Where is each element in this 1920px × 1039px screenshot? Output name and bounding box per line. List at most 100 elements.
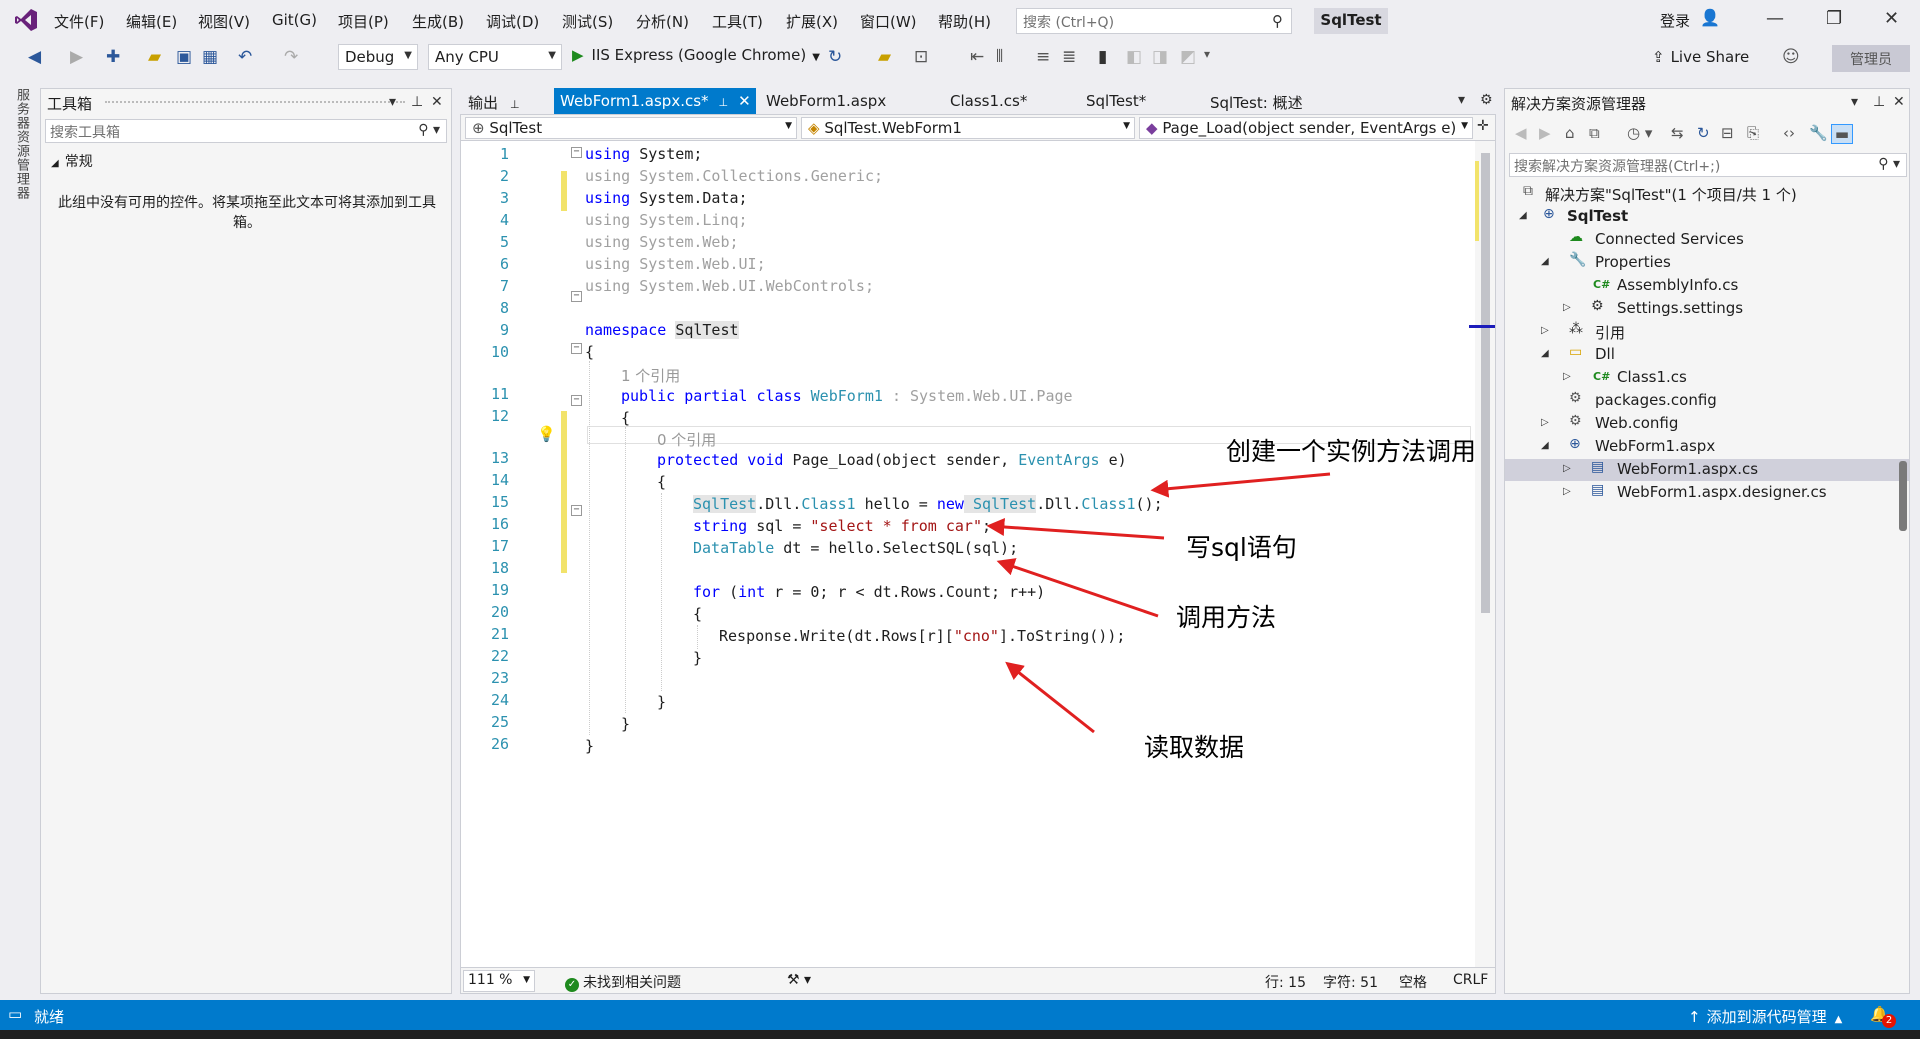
uncomment-icon[interactable]: ≣ — [1062, 47, 1076, 67]
forward-icon[interactable]: ▶ — [70, 47, 83, 67]
server-explorer-tab[interactable]: 服务器资源管理器 — [12, 88, 31, 200]
vertical-scrollbar[interactable] — [1469, 141, 1495, 967]
lightbulb-icon[interactable]: 💡 — [537, 425, 556, 443]
tree-webform1-aspx-cs[interactable]: ▷ ▤ WebForm1.aspx.cs — [1505, 459, 1909, 481]
tab-class1-cs[interactable]: Class1.cs* — [944, 88, 1033, 114]
menu-analyze[interactable]: 分析(N) — [636, 11, 689, 32]
collapse-icon[interactable]: − — [571, 343, 582, 354]
browser-link-icon[interactable]: ⊡ — [914, 47, 928, 67]
close-icon[interactable]: ✕ — [738, 92, 751, 110]
back-icon[interactable]: ◀ — [1515, 124, 1527, 142]
tree-class1[interactable]: ▷ C# Class1.cs — [1505, 367, 1909, 389]
tree-packages-config[interactable]: ⚙ packages.config — [1505, 390, 1909, 412]
refresh-icon[interactable]: ↻ — [828, 47, 842, 67]
server-explorer-strip[interactable]: 服务器资源管理器 — [0, 84, 34, 996]
tree-properties[interactable]: ◢ 🔧 Properties — [1505, 252, 1909, 274]
tree-webform1-aspx[interactable]: ◢ ⊕ WebForm1.aspx — [1505, 436, 1909, 458]
class-dropdown[interactable]: ◈ SqlTest.WebForm1 ▼ — [801, 117, 1135, 139]
tree-project-sqltest[interactable]: ◢ ⊕ SqlTest — [1505, 206, 1909, 228]
user-icon[interactable]: 👤 — [1700, 8, 1720, 27]
code-editor[interactable]: ⊕ SqlTest ▼ ◈ SqlTest.WebForm1 ▼ ◆ Page_Lo… — [460, 114, 1496, 994]
collapse-icon[interactable]: − — [571, 291, 582, 302]
code-area[interactable]: 1 2 3 4 5 6 7 8 9 10 11 12 13 14 15 16 17 18 19 20 21 22 23 24 2… — [461, 141, 1473, 967]
tree-webform1-designer[interactable]: ▷ ▤ WebForm1.aspx.designer.cs — [1505, 482, 1909, 504]
tab-webform1-aspx-cs[interactable]: WebForm1.aspx.cs* ⊥ ✕ — [554, 88, 756, 114]
collapse-all-icon[interactable]: ⊟ — [1721, 124, 1734, 142]
sync-icon[interactable]: ⇆ — [1671, 124, 1684, 142]
collapse-icon[interactable]: − — [571, 505, 582, 516]
menu-project[interactable]: 项目(P) — [338, 11, 389, 32]
forward-icon[interactable]: ▶ — [1539, 124, 1551, 142]
split-icon[interactable]: ✛ — [1477, 118, 1489, 134]
switch-views-icon[interactable]: ⧉ — [1589, 124, 1600, 142]
minimize-icon[interactable]: — — [1766, 8, 1784, 29]
menu-test[interactable]: 测试(S) — [562, 11, 613, 32]
restore-icon[interactable]: ❐ — [1826, 8, 1842, 29]
menu-view[interactable]: 视图(V) — [198, 11, 250, 32]
scrollbar-thumb[interactable] — [1899, 461, 1907, 531]
pin-icon[interactable]: ⊥ — [719, 96, 729, 109]
menu-debug[interactable]: 调试(D) — [486, 11, 539, 32]
properties-icon[interactable]: 🔧 — [1809, 124, 1828, 142]
feedback-icon[interactable]: ☺ — [1782, 47, 1800, 67]
next-bookmark-icon[interactable]: ◨ — [1152, 47, 1168, 67]
pin-icon[interactable]: ⊥ — [510, 98, 520, 111]
preview-icon[interactable]: ▬ — [1831, 124, 1853, 144]
zoom-select[interactable]: 111 % ▼ — [463, 970, 535, 992]
member-dropdown[interactable]: ◆ Page_Load(object sender, EventArgs e) ▼ — [1139, 117, 1473, 139]
tab-sqltest-overview[interactable]: SqlTest: 概述 — [1204, 88, 1309, 114]
tree-web-config[interactable]: ▷ ⚙ Web.config — [1505, 413, 1909, 435]
tree-assemblyinfo[interactable]: C# AssemblyInfo.cs — [1505, 275, 1909, 297]
close-icon[interactable]: ✕ — [1893, 94, 1905, 110]
menu-edit[interactable]: 编辑(E) — [126, 11, 177, 32]
step-icon[interactable]: ⇤ — [970, 47, 984, 67]
comment-icon[interactable]: ≡ — [1036, 47, 1050, 67]
redo-icon[interactable]: ↷ — [284, 47, 298, 67]
menu-help[interactable]: 帮助(H) — [938, 11, 991, 32]
pin-icon[interactable]: ⊥ — [411, 94, 423, 110]
bookmark-icon[interactable]: ▮ — [1098, 47, 1107, 67]
dropdown-icon[interactable]: ▾ — [1851, 94, 1858, 110]
menu-window[interactable]: 窗口(W) — [860, 11, 917, 32]
menu-build[interactable]: 生成(B) — [412, 11, 464, 32]
folder-icon[interactable]: ▰ — [878, 47, 891, 67]
view-code-icon[interactable]: ‹› — [1783, 124, 1795, 142]
collapse-icon[interactable]: − — [571, 147, 582, 158]
platform-select[interactable]: Any CPU ▼ — [428, 44, 562, 70]
drag-grip[interactable] — [105, 101, 405, 103]
menu-git[interactable]: Git(G) — [272, 11, 317, 29]
tree-solution[interactable]: ⧉ 解决方案"SqlTest"(1 个项目/共 1 个) — [1505, 183, 1909, 205]
dropdown-icon[interactable]: ▾ — [389, 94, 396, 110]
menu-extensions[interactable]: 扩展(X) — [786, 11, 838, 32]
show-all-files-icon[interactable]: ⎘ — [1747, 124, 1759, 142]
toolbox-group-general[interactable]: ◢ 常规 — [51, 151, 93, 171]
open-folder-icon[interactable]: ▰ — [148, 47, 161, 67]
tree-connected-services[interactable]: ☁ Connected Services — [1505, 229, 1909, 251]
reference-count[interactable]: 1 个引用 — [621, 365, 680, 386]
close-icon[interactable]: ✕ — [431, 94, 443, 110]
back-icon[interactable]: ◀ — [28, 47, 41, 67]
toolbox-search-input[interactable]: 搜索工具箱 ⚲ ▾ — [45, 119, 447, 143]
gear-icon[interactable]: ⚙ — [1480, 92, 1493, 108]
live-share-button[interactable]: ⇪ Live Share — [1652, 48, 1749, 66]
toolbar-options-icon[interactable]: ▾ — [1204, 47, 1210, 61]
collapse-icon[interactable]: − — [571, 395, 582, 406]
tab-output[interactable]: 输出 ⊥ — [462, 88, 526, 114]
undo-icon[interactable]: ↶ — [238, 47, 252, 67]
tab-webform1-aspx[interactable]: WebForm1.aspx — [760, 88, 892, 114]
tree-references[interactable]: ▷ ⁂ 引用 — [1505, 321, 1909, 343]
project-dropdown[interactable]: ⊕ SqlTest ▼ — [465, 117, 797, 139]
tree-settings[interactable]: ▷ ⚙ Settings.settings — [1505, 298, 1909, 320]
output-window-icon[interactable]: ▭ — [8, 1005, 22, 1023]
start-debugging-button[interactable]: ▶ IIS Express (Google Chrome) ▼ — [572, 46, 820, 64]
home-icon[interactable]: ⌂ — [1565, 124, 1575, 142]
issues-indicator[interactable]: ✓ 未找到相关问题 — [565, 972, 681, 992]
menu-tools[interactable]: 工具(T) — [712, 11, 763, 32]
add-to-source-control-button[interactable]: ↑ 添加到源代码管理 ▲ — [1688, 1006, 1842, 1027]
search-input[interactable]: 搜索 (Ctrl+Q) ⚲ — [1016, 8, 1292, 34]
login-button[interactable]: 登录 — [1660, 10, 1690, 31]
prev-bookmark-icon[interactable]: ◧ — [1126, 47, 1142, 67]
scrollbar-thumb[interactable] — [1481, 153, 1490, 613]
pin-icon[interactable]: ⊥ — [1873, 94, 1885, 110]
config-select[interactable]: Debug ▼ — [338, 44, 418, 70]
